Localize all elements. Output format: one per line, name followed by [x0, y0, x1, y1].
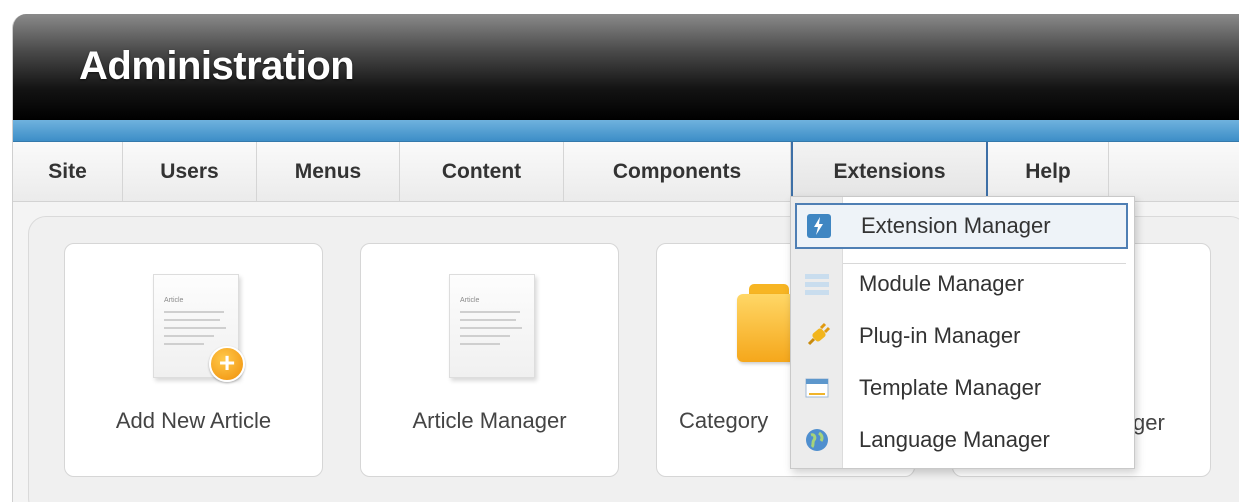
menu-components[interactable]: Components	[564, 142, 791, 201]
page-title: Administration	[79, 44, 355, 88]
lightning-icon	[797, 213, 841, 239]
card-article-manager[interactable]: Article Article Manager	[360, 243, 619, 477]
extensions-dropdown: Extension Manager Module Manager Plug-in…	[790, 196, 1135, 469]
menu-extensions[interactable]: Extensions	[791, 142, 988, 201]
main-menu: Site Users Menus Content Components Exte…	[13, 142, 1239, 202]
card-add-new-article[interactable]: Article + Add New Article	[64, 243, 323, 477]
menu-site[interactable]: Site	[13, 142, 123, 201]
header-bar: Administration	[13, 14, 1239, 120]
accent-bar	[13, 120, 1239, 142]
module-icon	[795, 271, 839, 297]
menu-help[interactable]: Help	[988, 142, 1109, 201]
menu-content[interactable]: Content	[400, 142, 564, 201]
article-icon: Article	[449, 274, 535, 378]
globe-icon	[795, 427, 839, 453]
card-label: Article Manager	[412, 408, 567, 433]
menu-item-plugin-manager[interactable]: Plug-in Manager	[795, 313, 1128, 359]
card-label: ger	[1133, 410, 1165, 435]
plus-icon: +	[209, 346, 245, 382]
plug-icon	[795, 322, 839, 350]
menu-item-module-manager[interactable]: Module Manager	[795, 261, 1128, 307]
menu-menus[interactable]: Menus	[257, 142, 400, 201]
menu-item-language-manager[interactable]: Language Manager	[795, 417, 1128, 463]
menu-item-template-manager[interactable]: Template Manager	[795, 365, 1128, 411]
menu-item-extension-manager[interactable]: Extension Manager	[795, 203, 1128, 249]
menu-users[interactable]: Users	[123, 142, 257, 201]
card-label: Add New Article	[115, 408, 272, 433]
template-icon	[795, 375, 839, 401]
